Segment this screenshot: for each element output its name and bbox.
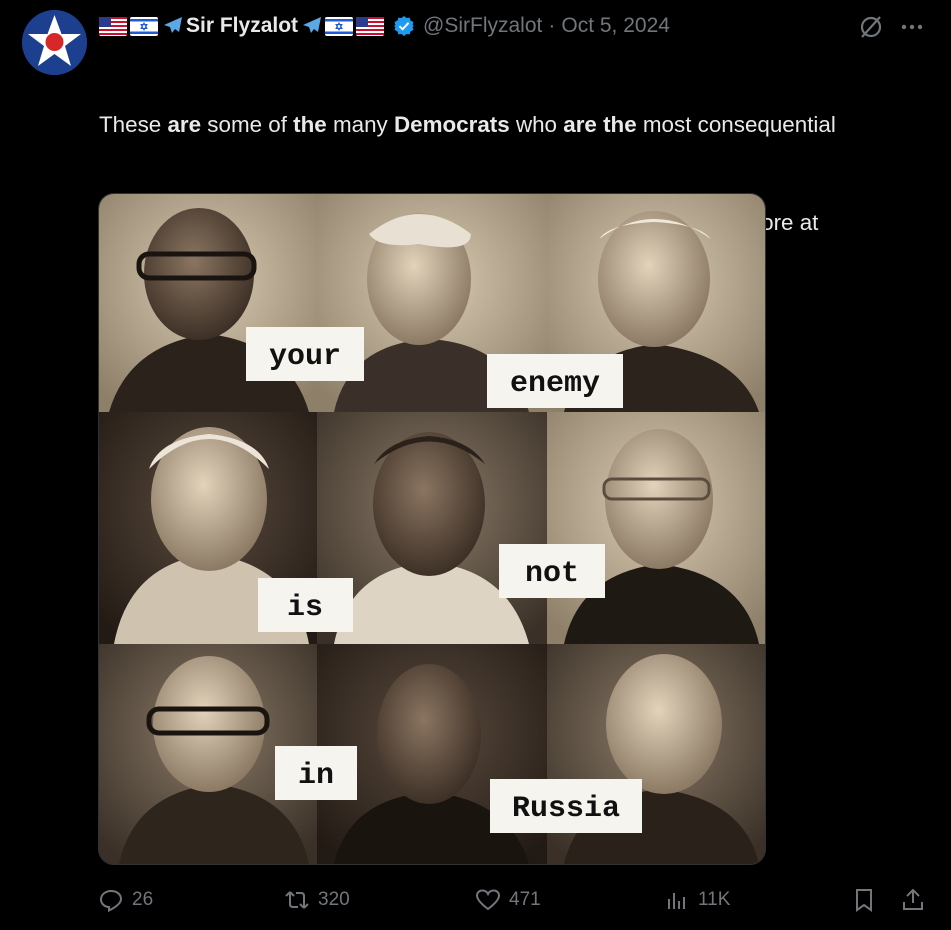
repost-icon	[285, 891, 309, 909]
us-flag-icon	[99, 16, 127, 36]
us-flag-icon	[356, 16, 385, 36]
airplane-icon	[303, 17, 322, 33]
caption-in: in	[298, 759, 334, 793]
share-button[interactable]	[900, 880, 926, 920]
repost-count: 320	[318, 889, 350, 910]
more-icon[interactable]	[897, 12, 927, 42]
like-count: 471	[509, 889, 541, 910]
caption-not: not	[525, 557, 579, 591]
post-text-segment: These	[99, 112, 168, 138]
reply-count: 26	[132, 889, 154, 910]
views-icon	[668, 893, 685, 909]
post-text-segment: most consequential	[636, 112, 836, 138]
like-icon	[475, 889, 501, 911]
israel-flag-icon	[325, 16, 354, 36]
post-text-segment: some of	[201, 112, 294, 138]
caption-is: is	[287, 591, 323, 625]
bookmark-button[interactable]	[851, 880, 877, 920]
post-text-segment: who	[509, 112, 564, 138]
like-button[interactable]: 471	[475, 880, 541, 920]
post-text-segment: are the	[563, 112, 637, 138]
repost-button[interactable]: 320	[284, 880, 350, 920]
share-icon	[903, 888, 923, 910]
caption-russia: Russia	[512, 792, 620, 826]
post-text-segment: many	[326, 112, 394, 138]
reply-button[interactable]: 26	[98, 880, 153, 920]
caption-enemy: enemy	[510, 367, 600, 401]
views-button[interactable]: 11K	[664, 880, 730, 920]
post-text-segment: are	[167, 112, 202, 138]
separator: ·	[548, 14, 556, 37]
post-date[interactable]: Oct 5, 2024	[561, 14, 670, 38]
caption-your: your	[269, 340, 341, 374]
handle[interactable]: @SirFlyzalot	[423, 14, 542, 38]
post-text-line-1: These are some of the many Democrats who…	[99, 109, 929, 142]
airplane-icon	[164, 17, 182, 33]
grok-icon[interactable]	[858, 14, 884, 40]
display-name[interactable]: Sir Flyzalot	[186, 14, 298, 38]
post-text-segment: Democrats	[393, 112, 510, 138]
post-header: Sir Flyzalot @SirFlyzalot · Oct 5, 2024	[99, 9, 670, 43]
post-image[interactable]: your enemy is not in Russia	[98, 193, 766, 865]
reply-icon	[99, 889, 123, 913]
views-count: 11K	[698, 889, 731, 910]
post-text-segment: the	[293, 112, 327, 138]
avatar[interactable]	[22, 10, 87, 75]
israel-flag-icon	[130, 16, 158, 36]
bookmark-icon	[856, 889, 872, 912]
action-bar: 26 320 471 11K	[0, 880, 951, 920]
verified-badge-icon[interactable]	[393, 15, 415, 37]
